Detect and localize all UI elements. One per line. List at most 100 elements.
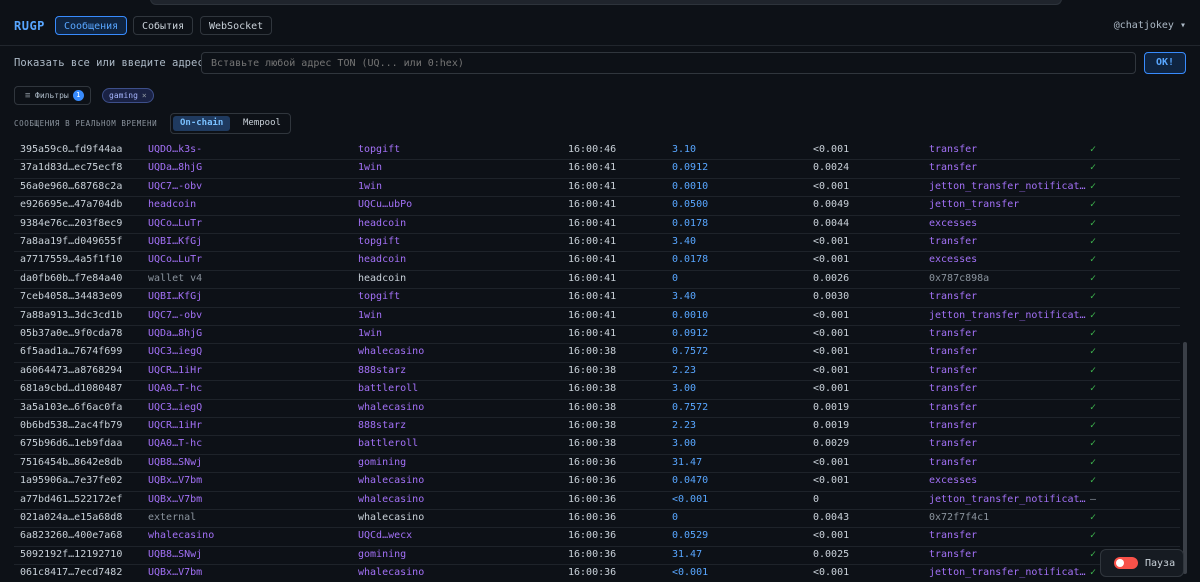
table-row[interactable]: 6f5aad1a…7674f699 UQC3…iegQ whalecasino 16:… (14, 343, 1180, 363)
to-address[interactable]: 1win (358, 162, 382, 173)
table-row[interactable]: 7ceb4058…34483e09 UQBI…KfGj topgift 16:00:4… (14, 288, 1180, 308)
to-address[interactable]: whalecasino (358, 567, 424, 578)
table-row[interactable]: 7a88a913…3dc3cd1b UQC7…-obv 1win 16:00:41 0.… (14, 307, 1180, 326)
from-address[interactable]: UQA0…T-hc (148, 438, 202, 449)
pause-toggle[interactable] (1114, 557, 1138, 569)
to-address[interactable]: battleroll (358, 383, 418, 394)
to-address[interactable]: whalecasino (358, 402, 424, 413)
tx-hash[interactable]: 0b6bd538…2ac4fb79 (20, 420, 122, 431)
to-address[interactable]: whalecasino (358, 512, 424, 523)
table-row[interactable]: 681a9cbd…d1080487 UQA0…T-hc battleroll 16:0… (14, 380, 1180, 400)
to-address[interactable]: 1win (358, 328, 382, 339)
table-row[interactable]: 5092192f…12192710 UQB8…SNwj gomining 16:00:… (14, 546, 1180, 566)
tx-hash[interactable]: 061c8417…7ecd7482 (20, 567, 122, 578)
from-address[interactable]: UQBx…V7bm (148, 567, 202, 578)
table-row[interactable]: 021a024a…e15a68d8 external whalecasino 16:0… (14, 509, 1180, 529)
to-address[interactable]: topgift (358, 144, 400, 155)
to-address[interactable]: gomining (358, 457, 406, 468)
from-address[interactable]: UQC7…-obv (148, 181, 202, 192)
table-row[interactable]: 56a0e960…68768c2a UQC7…-obv 1win 16:00:41 0.… (14, 178, 1180, 198)
from-address[interactable]: UQC3…iegQ (148, 402, 202, 413)
tx-hash[interactable]: 7ceb4058…34483e09 (20, 291, 122, 302)
filters-button[interactable]: ≡ Фильтры 1 (14, 86, 91, 105)
from-address[interactable]: UQCR…1iHr (148, 365, 202, 376)
to-address[interactable]: UQCu…ubPo (358, 199, 412, 210)
tab-mempool[interactable]: Mempool (236, 116, 288, 131)
from-address[interactable]: external (148, 512, 196, 523)
table-row[interactable]: 1a95906a…7e37fe02 UQBx…V7bm whalecasino 16:… (14, 472, 1180, 492)
to-address[interactable]: topgift (358, 291, 400, 302)
tx-hash[interactable]: 5092192f…12192710 (20, 549, 122, 560)
table-row[interactable]: a7717559…4a5f1f10 UQCo…LuTr headcoin 16:00:… (14, 251, 1180, 271)
from-address[interactable]: UQDa…8hjG (148, 328, 202, 339)
to-address[interactable]: 1win (358, 181, 382, 192)
tx-hash[interactable]: 021a024a…e15a68d8 (20, 512, 122, 523)
table-row[interactable]: 7516454b…8642e8db UQB8…SNwj gomining 16:00:… (14, 454, 1180, 474)
tx-hash[interactable]: 6f5aad1a…7674f699 (20, 346, 122, 357)
to-address[interactable]: whalecasino (358, 346, 424, 357)
from-address[interactable]: UQCo…LuTr (148, 218, 202, 229)
table-row[interactable]: da0fb60b…f7e84a40 wallet v4 headcoin 16:00:… (14, 270, 1180, 290)
tx-hash[interactable]: a6064473…a8768294 (20, 365, 122, 376)
from-address[interactable]: headcoin (148, 199, 196, 210)
from-address[interactable]: UQBx…V7bm (148, 475, 202, 486)
ok-button[interactable]: OK! (1144, 52, 1186, 74)
tx-hash[interactable]: e926695e…47a704db (20, 199, 122, 210)
tx-hash[interactable]: 395a59c0…fd9f44aa (20, 144, 122, 155)
tx-hash[interactable]: a77bd461…522172ef (20, 494, 122, 505)
from-address[interactable]: UQB8…SNwj (148, 549, 202, 560)
tx-hash[interactable]: 9384e76c…203f8ec9 (20, 218, 122, 229)
tx-hash[interactable]: 6a823260…400e7a68 (20, 530, 122, 541)
to-address[interactable]: gomining (358, 549, 406, 560)
table-row[interactable]: 3a5a103e…6f6ac0fa UQC3…iegQ whalecasino 16:… (14, 399, 1180, 418)
tx-hash[interactable]: 56a0e960…68768c2a (20, 181, 122, 192)
nav-messages[interactable]: Сообщения (55, 16, 128, 35)
from-address[interactable]: whalecasino (148, 530, 214, 541)
from-address[interactable]: UQBI…KfGj (148, 291, 202, 302)
table-row[interactable]: a77bd461…522172ef UQBx…V7bm whalecasino 16:… (14, 491, 1180, 510)
nav-websocket[interactable]: WebSocket (200, 16, 273, 35)
from-address[interactable]: UQDa…8hjG (148, 162, 202, 173)
table-row[interactable]: 061c8417…7ecd7482 UQBx…V7bm whalecasino 16:… (14, 564, 1180, 582)
tx-hash[interactable]: 7a88a913…3dc3cd1b (20, 310, 122, 321)
tx-hash[interactable]: 681a9cbd…d1080487 (20, 383, 122, 394)
tx-hash[interactable]: 7a8aa19f…d049655f (20, 236, 122, 247)
tx-hash[interactable]: 05b37a0e…9f0cda78 (20, 328, 122, 339)
to-address[interactable]: battleroll (358, 438, 418, 449)
from-address[interactable]: wallet v4 (148, 273, 202, 284)
table-row[interactable]: a6064473…a8768294 UQCR…1iHr 888starz 16:00:… (14, 362, 1180, 382)
from-address[interactable]: UQC7…-obv (148, 310, 202, 321)
to-address[interactable]: whalecasino (358, 494, 424, 505)
table-row[interactable]: 395a59c0…fd9f44aa UQDO…k3s-topgift 16:00:4… (14, 141, 1180, 161)
filter-chip-gaming[interactable]: gaming × (102, 88, 154, 103)
to-address[interactable]: UQCd…wecx (358, 530, 412, 541)
from-address[interactable]: UQBx…V7bm (148, 494, 202, 505)
table-row[interactable]: 675b96d6…1eb9fdaa UQA0…T-hc battleroll 16:0… (14, 435, 1180, 455)
to-address[interactable]: headcoin (358, 218, 406, 229)
from-address[interactable]: UQBI…KfGj (148, 236, 202, 247)
to-address[interactable]: headcoin (358, 273, 406, 284)
table-scrollbar[interactable] (1183, 342, 1187, 574)
from-address[interactable]: UQA0…T-hc (148, 383, 202, 394)
to-address[interactable]: headcoin (358, 254, 406, 265)
pause-control[interactable]: Пауза (1100, 549, 1184, 577)
to-address[interactable]: 1win (358, 310, 382, 321)
tx-hash[interactable]: da0fb60b…f7e84a40 (20, 273, 122, 284)
table-row[interactable]: e926695e…47a704db headcoin UQCu…ubPo 16:00:… (14, 196, 1180, 216)
tx-hash[interactable]: 675b96d6…1eb9fdaa (20, 438, 122, 449)
tx-hash[interactable]: 3a5a103e…6f6ac0fa (20, 402, 122, 413)
table-row[interactable]: 05b37a0e…9f0cda78 UQDa…8hjG 1win 16:00:41 0.… (14, 325, 1180, 345)
from-address[interactable]: UQC3…iegQ (148, 346, 202, 357)
from-address[interactable]: UQCR…1iHr (148, 420, 202, 431)
table-row[interactable]: 0b6bd538…2ac4fb79 UQCR…1iHr 888starz 16:00:… (14, 417, 1180, 437)
tx-hash[interactable]: 1a95906a…7e37fe02 (20, 475, 122, 486)
brand-logo[interactable]: RUGP (14, 19, 45, 33)
tab-on-chain[interactable]: On-chain (173, 116, 231, 131)
from-address[interactable]: UQDO…k3s- (148, 144, 202, 155)
table-row[interactable]: 6a823260…400e7a68 whalecasino UQCd…wecx 16:… (14, 527, 1180, 547)
user-menu[interactable]: @chatjokey ▾ (1114, 20, 1186, 31)
tx-hash[interactable]: 37a1d83d…ec75ecf8 (20, 162, 122, 173)
address-input[interactable] (201, 52, 1136, 74)
from-address[interactable]: UQCo…LuTr (148, 254, 202, 265)
table-row[interactable]: 7a8aa19f…d049655f UQBI…KfGj topgift 16:00:4… (14, 233, 1180, 253)
